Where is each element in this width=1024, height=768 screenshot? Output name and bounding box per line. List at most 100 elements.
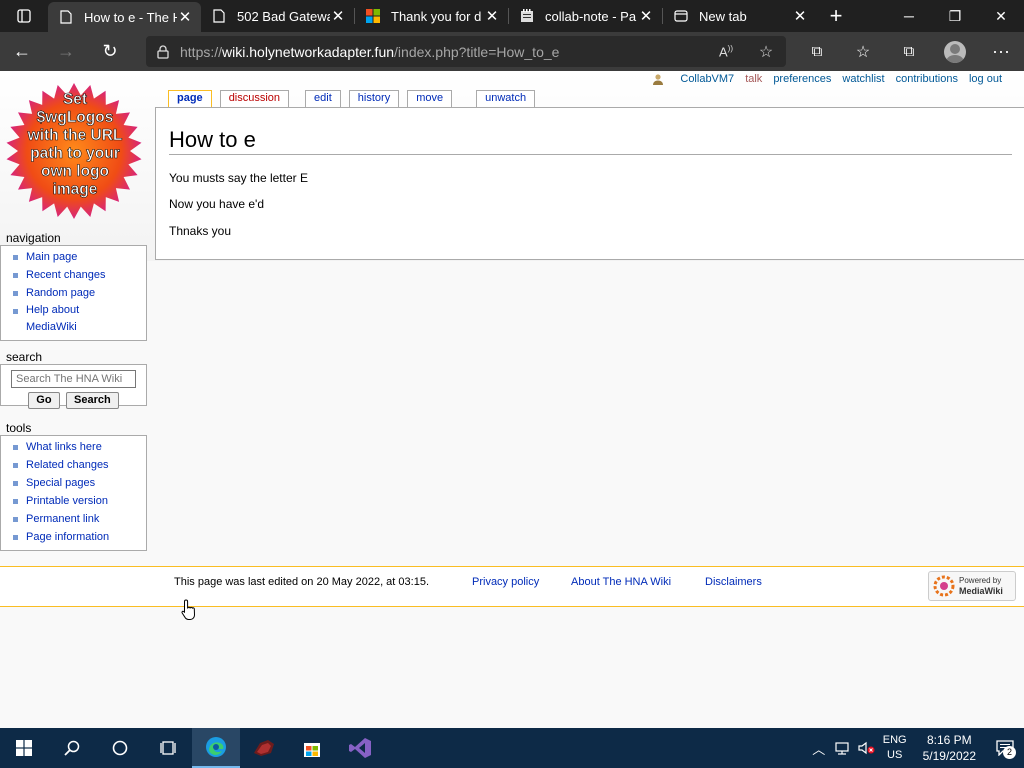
powered-by-mediawiki-badge[interactable]: Powered by MediaWiki — [928, 571, 1016, 601]
wiki-logo[interactable]: Set $wgLogos with the URL path to your o… — [4, 81, 144, 221]
task-view-button[interactable] — [144, 728, 192, 768]
sidebar-item-help[interactable]: Help about MediaWiki — [1, 302, 101, 336]
close-icon[interactable]: ✕ — [177, 8, 193, 26]
toolbar-right: ⧉ ☆ ⧉ ··· — [794, 32, 1024, 71]
logo-line: own logo — [41, 163, 109, 180]
contributions-link[interactable]: contributions — [896, 73, 958, 85]
notifications-button[interactable]: 2 — [986, 740, 1024, 759]
add-favorite-button[interactable]: ☆ — [746, 36, 786, 67]
game-taskbar-button[interactable] — [240, 728, 288, 768]
refresh-button[interactable]: ↻ — [88, 32, 132, 71]
cortana-button[interactable] — [96, 728, 144, 768]
read-aloud-button[interactable]: A)) — [706, 36, 746, 67]
sidebar-item-page-information[interactable]: Page information — [1, 528, 146, 546]
tab-history[interactable]: history — [348, 90, 400, 107]
forward-button[interactable]: → — [44, 32, 88, 71]
watchlist-link[interactable]: watchlist — [842, 73, 884, 85]
start-button[interactable] — [0, 728, 48, 768]
extensions-button[interactable]: ⧉ — [794, 32, 840, 71]
clock[interactable]: 8:16 PM 5/19/2022 — [923, 732, 976, 764]
preferences-link[interactable]: preferences — [773, 73, 831, 85]
sidebar-item-permanent-link[interactable]: Permanent link — [1, 510, 146, 528]
browser-tab-502[interactable]: 502 Bad Gatewa ✕ — [201, 0, 354, 32]
sidebar-item-recent-changes[interactable]: Recent changes — [1, 266, 146, 284]
restore-button[interactable]: ❐ — [932, 0, 978, 32]
profile-button[interactable] — [932, 32, 978, 71]
sidebar-item-random-page[interactable]: Random page — [1, 284, 146, 302]
about-link[interactable]: About The HNA Wiki — [571, 576, 671, 588]
navigation-portlet: navigation Main page Recent changes Rand… — [0, 231, 147, 341]
close-icon[interactable]: ✕ — [638, 7, 654, 25]
browser-tab-new-tab[interactable]: New tab ✕ — [663, 0, 816, 32]
collections-button[interactable]: ⧉ — [886, 32, 932, 71]
logout-link[interactable]: log out — [969, 73, 1002, 85]
page-content: How to e You musts say the letter E Now … — [155, 107, 1024, 260]
tab-unwatch[interactable]: unwatch — [476, 90, 536, 107]
close-icon: ✕ — [995, 7, 1007, 24]
lock-icon — [146, 44, 180, 59]
sidebar-item-main-page[interactable]: Main page — [1, 248, 146, 266]
back-button[interactable]: ← — [0, 32, 44, 71]
cortana-icon — [112, 740, 128, 756]
store-taskbar-button[interactable] — [288, 728, 336, 768]
volume-muted-icon[interactable] — [855, 741, 879, 755]
plus-icon: + — [829, 3, 843, 28]
address-bar[interactable]: https://wiki.holynetworkadapter.fun/inde… — [146, 36, 786, 67]
browser-tab-bar: How to e - The H ✕ 502 Bad Gatewa ✕ Than… — [0, 0, 1024, 32]
tab-discussion[interactable]: discussion — [219, 90, 290, 107]
visual-studio-taskbar-button[interactable] — [336, 728, 384, 768]
disclaimers-link[interactable]: Disclaimers — [705, 576, 762, 588]
close-window-button[interactable]: ✕ — [978, 0, 1024, 32]
search-taskbar-button[interactable] — [48, 728, 96, 768]
privacy-policy-link[interactable]: Privacy policy — [472, 576, 539, 588]
talk-link[interactable]: talk — [745, 73, 762, 85]
search-body: Go Search — [0, 364, 147, 409]
user-icon — [653, 74, 664, 85]
sidebar-item-special-pages[interactable]: Special pages — [1, 474, 146, 492]
visual-studio-icon — [349, 738, 371, 758]
browser-tab-thank-you[interactable]: Thank you for d ✕ — [355, 0, 508, 32]
minimize-icon: ─ — [904, 8, 914, 24]
close-icon[interactable]: ✕ — [330, 7, 346, 25]
settings-more-button[interactable]: ··· — [978, 32, 1024, 71]
edge-icon — [206, 737, 226, 757]
page-footer: This page was last edited on 20 May 2022… — [0, 566, 1024, 607]
tab-move[interactable]: move — [407, 90, 453, 107]
new-tab-button[interactable]: + — [816, 0, 856, 32]
close-icon[interactable]: ✕ — [484, 7, 500, 25]
browser-tab-how-to-e[interactable]: How to e - The H ✕ — [48, 2, 201, 32]
language-indicator[interactable]: ENG US — [883, 733, 907, 763]
go-button[interactable]: Go — [28, 392, 60, 409]
tools-portlet: tools What links here Related changes Sp… — [0, 421, 147, 551]
minimize-button[interactable]: ─ — [886, 0, 932, 32]
last-edited-text: This page was last edited on 20 May 2022… — [174, 576, 429, 588]
powered-by-label: Powered by — [959, 576, 1002, 585]
tab-page[interactable]: page — [168, 90, 212, 108]
read-aloud-icon: A)) — [719, 43, 733, 60]
mediawiki-flower-icon — [933, 575, 955, 597]
favorites-button[interactable]: ☆ — [840, 32, 886, 71]
sidebar-item-related-changes[interactable]: Related changes — [1, 456, 146, 474]
star-list-icon: ☆ — [855, 43, 871, 61]
search-button[interactable]: Search — [66, 392, 119, 409]
tab-actions-button[interactable] — [0, 0, 48, 32]
network-icon[interactable] — [831, 741, 855, 755]
chevron-up-icon[interactable]: ︿ — [807, 739, 831, 758]
user-link[interactable]: CollabVM7 — [652, 73, 734, 85]
page-icon — [58, 9, 74, 25]
edge-taskbar-button[interactable] — [192, 728, 240, 768]
sidebar-item-what-links-here[interactable]: What links here — [1, 438, 146, 456]
language-code: ENG — [882, 734, 907, 746]
tab-edit[interactable]: edit — [305, 90, 341, 107]
clock-date: 5/19/2022 — [922, 749, 976, 763]
notepad-icon — [519, 8, 535, 24]
tab-title: 502 Bad Gatewa — [237, 8, 330, 24]
search-heading: search — [6, 350, 43, 364]
search-icon — [64, 740, 80, 756]
sidebar-item-printable-version[interactable]: Printable version — [1, 492, 146, 510]
search-input[interactable] — [11, 370, 136, 388]
browser-tab-collab-note[interactable]: collab-note - Pa ✕ — [509, 0, 662, 32]
personal-tools: CollabVM7 talk preferences watchlist con… — [641, 73, 1002, 85]
game-app-icon — [254, 740, 274, 756]
close-icon[interactable]: ✕ — [792, 7, 808, 25]
